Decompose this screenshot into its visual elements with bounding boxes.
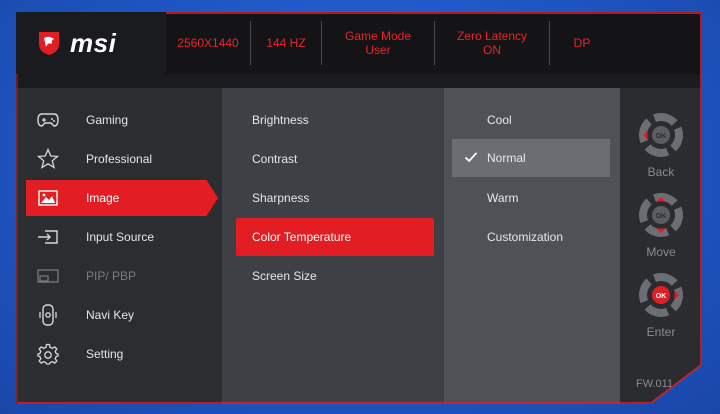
menu-item-pip-pbp: PIP/ PBP [26,258,212,294]
status-resolution: 2560X1440 [166,21,251,65]
joystick-move-icon: OK [639,193,683,237]
nav-enter: OK Enter [620,272,702,339]
brand-logo: msi [16,12,180,74]
menu-item-image[interactable]: Image [26,180,218,216]
sub-item-color-temperature[interactable]: Color Temperature [236,218,434,256]
status-input-port: DP [573,36,591,50]
status-bar: 2560X1440 144 HZ Game Mode User Zero Late… [166,12,702,74]
menu-item-setting[interactable]: Setting [26,336,212,372]
joystick-back-icon: OK [639,113,683,157]
svg-text:OK: OK [656,293,667,300]
navi-key-guide: OK Back OK Move OK Enter FW.011 [620,88,702,404]
menu-item-navi-key[interactable]: Navi Key [26,297,212,333]
msi-dragon-icon [39,32,59,55]
svg-text:OK: OK [656,213,667,220]
sub-item-screen-size[interactable]: Screen Size [236,258,434,294]
nav-move: OK Move [620,192,702,259]
firmware-version: FW.011 [636,378,674,390]
option-warm[interactable]: Warm [452,179,610,217]
menu-item-input-source[interactable]: Input Source [26,219,212,255]
options-panel: Cool Normal Warm Customization [444,88,620,404]
checkmark-icon [464,150,478,167]
nav-back: OK Back [620,112,702,179]
brand-name: msi [70,27,117,58]
input-source-icon [36,227,60,247]
sub-item-brightness[interactable]: Brightness [236,102,434,138]
sub-item-sharpness[interactable]: Sharpness [236,180,434,216]
osd-panel: msi 2560X1440 144 HZ Game Mode User Zero … [16,12,702,404]
gear-icon [36,343,60,365]
gamepad-icon [36,110,60,130]
star-icon [36,148,60,169]
status-game-mode: Game Mode User [322,21,435,65]
menu-item-gaming[interactable]: Gaming [26,102,212,138]
sub-menu: Brightness Contrast Sharpness Color Temp… [222,88,444,404]
main-menu: Gaming Professional Image Input Source P… [16,88,222,404]
option-cool[interactable]: Cool [452,101,610,139]
option-customization[interactable]: Customization [452,218,610,256]
navi-key-icon [36,304,60,326]
pip-icon [36,266,60,286]
status-zero-latency: Zero Latency ON [435,21,550,65]
sub-item-contrast[interactable]: Contrast [236,141,434,177]
svg-text:OK: OK [656,133,667,140]
option-normal[interactable]: Normal [452,139,610,177]
image-icon [36,188,60,208]
status-refresh-rate: 144 HZ [251,21,322,65]
joystick-enter-icon: OK [639,273,683,317]
menu-item-professional[interactable]: Professional [26,141,212,177]
